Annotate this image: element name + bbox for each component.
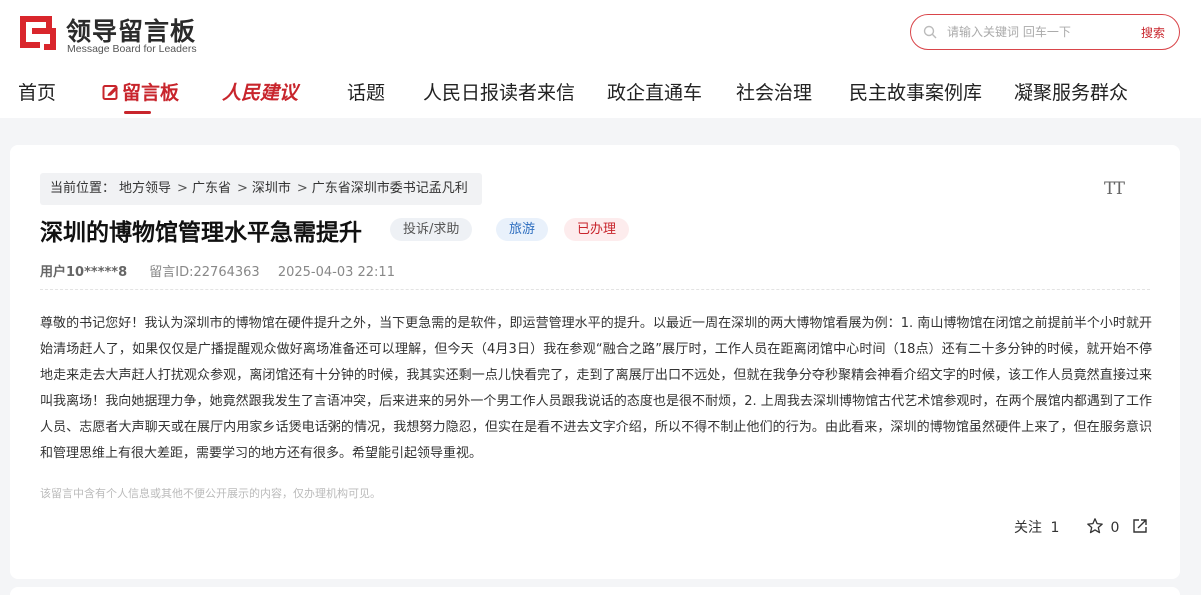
search-button[interactable]: 搜索 bbox=[1141, 24, 1165, 41]
nav-item-social-governance[interactable]: 社会治理 bbox=[736, 78, 812, 105]
breadcrumb-item-local-leaders[interactable]: 地方领导 bbox=[119, 181, 171, 196]
like-button[interactable]: 0 bbox=[1086, 517, 1119, 536]
status-badge: 已办理 bbox=[564, 218, 630, 241]
font-size-icon[interactable]: TT bbox=[1104, 179, 1125, 199]
search-input[interactable] bbox=[947, 22, 1127, 42]
main-nav: 首页 留言板 人民建议 话题 人民日报读者来信 政企直通车 社会治理 民主故事案… bbox=[0, 74, 1201, 116]
nav-item-message-board[interactable]: 留言板 bbox=[102, 78, 179, 105]
page-title: 深圳的博物馆管理水平急需提升 bbox=[40, 220, 362, 246]
star-icon bbox=[1087, 518, 1103, 534]
message-datetime: 2025-04-03 22:11 bbox=[277, 265, 395, 280]
share-button[interactable] bbox=[1131, 517, 1149, 536]
share-icon bbox=[1133, 519, 1147, 533]
nav-active-underline bbox=[124, 111, 151, 114]
like-count: 0 bbox=[1110, 520, 1120, 536]
breadcrumb-separator: > bbox=[177, 181, 188, 196]
breadcrumb-prefix: 当前位置： bbox=[50, 181, 116, 196]
site-logo[interactable]: 领导留言板 Message Board for Leaders bbox=[18, 12, 218, 56]
search-box: 搜索 bbox=[910, 14, 1180, 50]
domain-tag: 旅游 bbox=[496, 218, 549, 241]
author-name: 用户10*****8 bbox=[40, 265, 128, 280]
follow-count: 1 bbox=[1050, 520, 1060, 536]
message-id: 留言ID:22764363 bbox=[149, 265, 260, 280]
logo-mark-icon bbox=[20, 16, 56, 50]
breadcrumb: 当前位置： 地方领导 > 广东省 > 深圳市 > 广东省深圳市委书记孟凡利 bbox=[40, 173, 482, 205]
message-card: 当前位置： 地方领导 > 广东省 > 深圳市 > 广东省深圳市委书记孟凡利 TT 深圳的博物馆… bbox=[10, 145, 1180, 579]
privacy-notice: 该留言中含有个人信息或其他不便公开展示的内容，仅办理机构可见。 bbox=[40, 487, 381, 500]
follow-label: 关注 bbox=[1014, 520, 1042, 536]
message-board-icon bbox=[102, 85, 118, 100]
breadcrumb-separator: > bbox=[296, 181, 308, 196]
message-meta: 用户10*****8 留言ID:22764363 2025-04-03 22:1… bbox=[40, 261, 395, 280]
search-icon bbox=[923, 25, 937, 39]
breadcrumb-item-leader[interactable]: 广东省深圳市委书记孟凡利 bbox=[312, 181, 468, 196]
breadcrumb-item-province[interactable]: 广东省 bbox=[192, 181, 231, 196]
nav-item-serve-masses[interactable]: 凝聚服务群众 bbox=[1014, 78, 1128, 105]
breadcrumb-separator: > bbox=[236, 181, 248, 196]
breadcrumb-item-city[interactable]: 深圳市 bbox=[252, 181, 291, 196]
follow-button[interactable]: 关注 1 bbox=[1014, 517, 1059, 537]
nav-item-enterprise-express[interactable]: 政企直通车 bbox=[607, 78, 702, 105]
nav-item-readers-letters[interactable]: 人民日报读者来信 bbox=[423, 78, 575, 105]
message-body: 尊敬的书记您好！我认为深圳市的博物馆在硬件提升之外，当下更急需的是软件，即运营管… bbox=[40, 316, 1152, 461]
nav-item-message-board-label: 留言板 bbox=[122, 82, 180, 104]
category-tag: 投诉/求助 bbox=[390, 218, 473, 241]
nav-item-democracy-cases[interactable]: 民主故事案例库 bbox=[849, 78, 982, 105]
nav-item-topics[interactable]: 话题 bbox=[347, 78, 385, 105]
top-header: 领导留言板 Message Board for Leaders 搜索 首页 留言… bbox=[0, 0, 1201, 118]
nav-item-home[interactable]: 首页 bbox=[18, 78, 56, 105]
divider bbox=[40, 289, 1150, 290]
logo-subtitle: Message Board for Leaders bbox=[67, 43, 197, 55]
next-card-edge bbox=[10, 587, 1180, 595]
nav-item-people-suggestion[interactable]: 人民建议 bbox=[222, 78, 298, 105]
